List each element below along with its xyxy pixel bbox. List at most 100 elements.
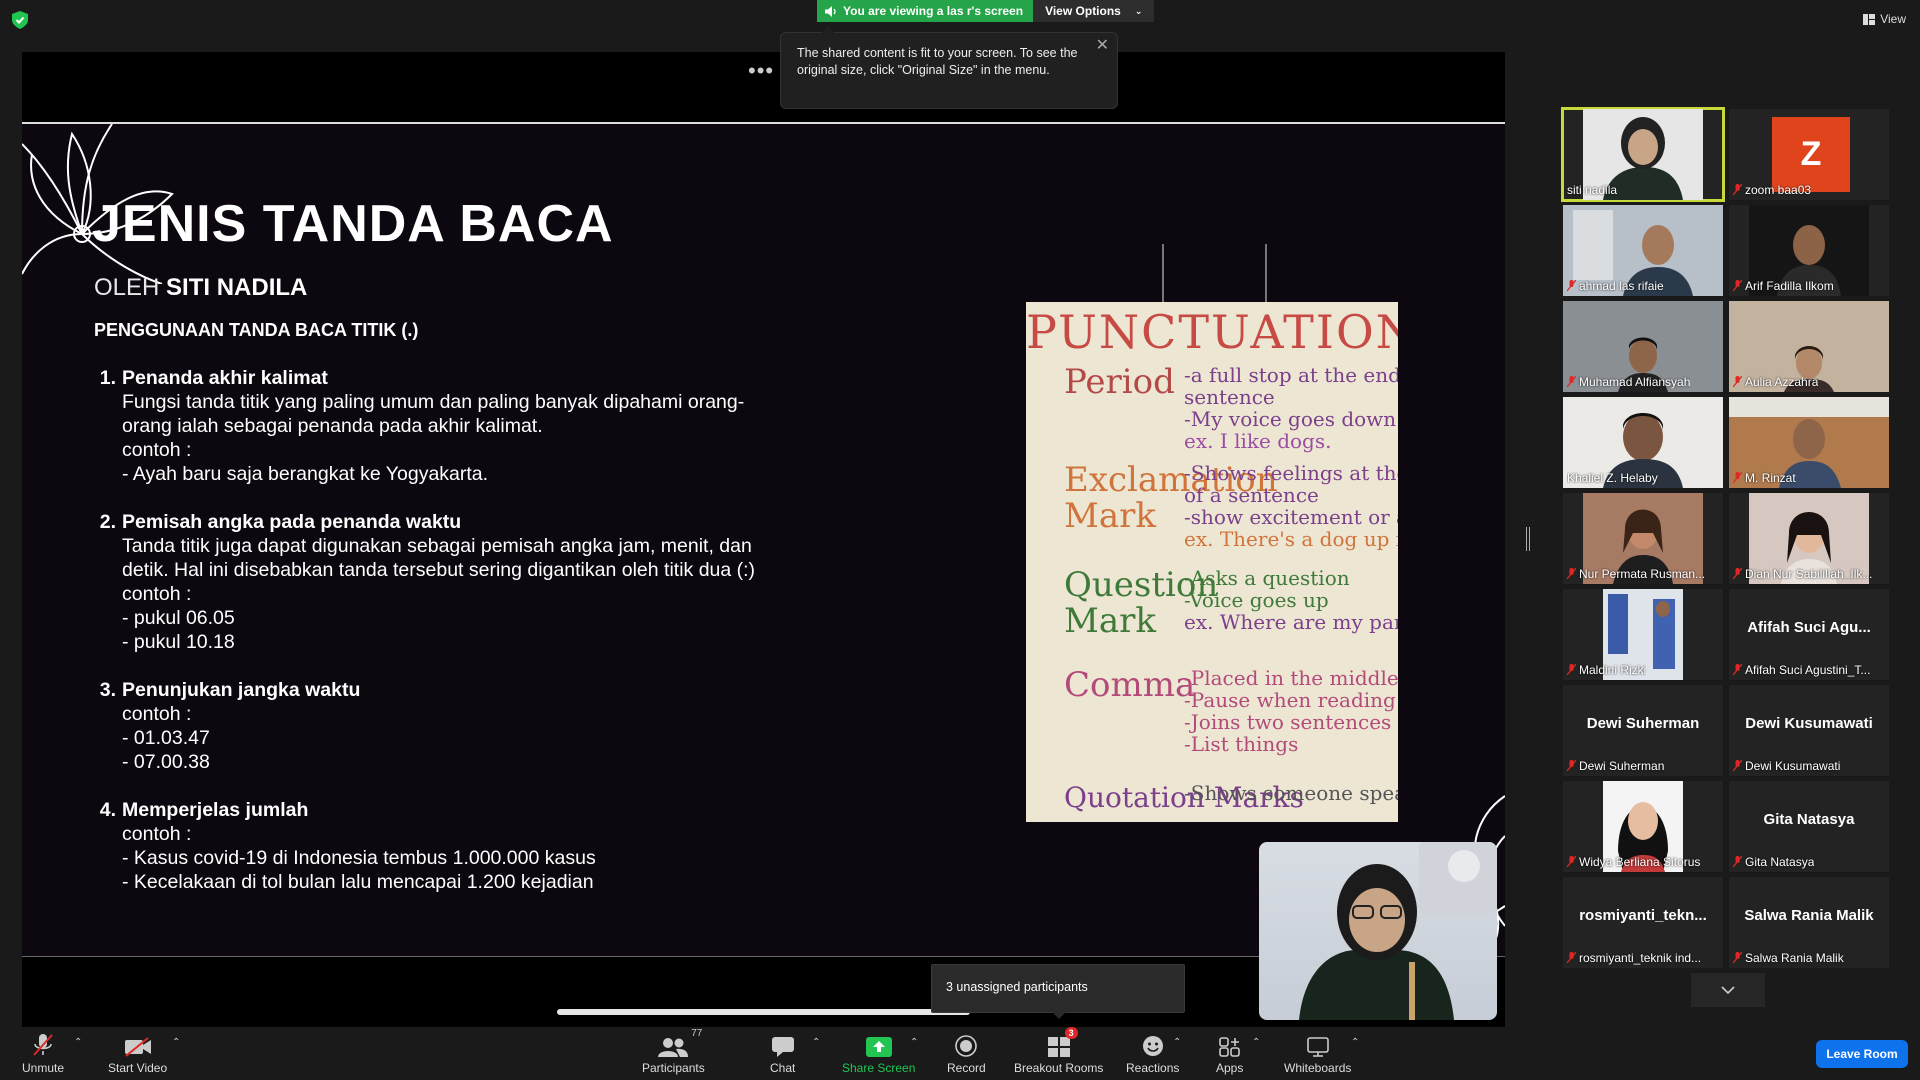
grid-view-icon [1863, 13, 1876, 25]
list-item: 3. Penunjukan jangka waktu contoh : - 01… [94, 678, 914, 774]
participant-tile[interactable]: ahmad las rifaie [1563, 205, 1723, 296]
participant-name: ahmad las rifaie [1567, 279, 1664, 293]
list-item-line: Tanda titik juga dapat digunakan sebagai… [122, 535, 752, 557]
participant-name: Dewi Kusumawati [1733, 759, 1840, 773]
security-shield-icon[interactable] [12, 11, 28, 29]
mic-muted-icon [1733, 855, 1743, 868]
speaker-icon [825, 5, 836, 17]
poster-row-label: Exclamation Mark [1064, 460, 1278, 536]
participant-name: Dian Nur Sabilillah_Ilk... [1733, 567, 1872, 581]
speaker-person-icon [1299, 842, 1497, 1020]
participant-tile[interactable]: rosmiyanti_tekn... rosmiyanti_teknik ind… [1563, 877, 1723, 968]
poster-row-desc: -Asks a question -Voice goes up ex. Wher… [1184, 567, 1398, 633]
gallery-next-page-button[interactable] [1691, 973, 1765, 1007]
participant-tile[interactable]: M. Rinzat [1729, 397, 1889, 488]
participant-tile[interactable]: Widya Berliana Sitorus [1563, 781, 1723, 872]
participant-tile[interactable]: Salwa Rania Malik Salwa Rania Malik [1729, 877, 1889, 968]
participants-label: Participants [642, 1061, 705, 1075]
poster-row-desc: -Placed in the middle of a -Pause when r… [1184, 667, 1398, 755]
participant-tile[interactable]: Muhamad Alfiansyah [1563, 301, 1723, 392]
participant-tile[interactable]: Nur Permata Rusman... [1563, 493, 1723, 584]
poster-row-desc-line: -a full stop at the end of a [1184, 363, 1398, 387]
breakout-badge: 3 [1064, 1027, 1078, 1039]
mic-muted-icon [1733, 567, 1743, 580]
breakout-rooms-icon [1047, 1037, 1070, 1057]
participant-tile[interactable]: Maldini Rizki [1563, 589, 1723, 680]
viewing-screen-text: You are viewing a las r's screen [843, 4, 1024, 18]
participants-count: 77 [691, 1028, 703, 1039]
apps-button[interactable]: Apps [1216, 1031, 1243, 1075]
leave-room-button[interactable]: Leave Room [1816, 1040, 1908, 1068]
poster-row-desc: -Shows feelings at the e of a sentence -… [1184, 462, 1398, 550]
whiteboard-icon [1306, 1037, 1329, 1057]
start-video-button[interactable]: Start Video [108, 1031, 167, 1075]
participant-name: Aulia Azzahra [1733, 375, 1818, 389]
mic-muted-icon [1733, 183, 1743, 196]
list-item-line: - pukul 06.05 [122, 607, 235, 629]
poster-row: Comma -Placed in the middle of a -Pause … [1034, 667, 1398, 777]
participant-name: Muhamad Alfiansyah [1567, 375, 1690, 389]
participant-name: Khaliel Z. Helaby [1567, 471, 1658, 485]
whiteboards-button[interactable]: Whiteboards [1284, 1031, 1351, 1075]
list-item-line: Fungsi tanda titik yang paling umum dan … [122, 391, 745, 413]
apps-options-caret-icon[interactable]: ⌃ [1252, 1037, 1260, 1048]
mic-muted-icon [1567, 759, 1577, 772]
unmute-button[interactable]: Unmute [22, 1031, 64, 1075]
zoom-meeting-window: You are viewing a las r's screen View Op… [0, 0, 1920, 1080]
participant-tile[interactable]: Z zoom baa03 [1729, 109, 1889, 200]
mic-muted-icon [1567, 279, 1577, 292]
participant-tile[interactable]: Khaliel Z. Helaby [1563, 397, 1723, 488]
participant-tile[interactable]: Aulia Azzahra [1729, 301, 1889, 392]
poster-row-label: Period [1064, 362, 1175, 402]
list-item-line: - Kasus covid-19 di Indonesia tembus 1.0… [122, 847, 596, 869]
reactions-button[interactable]: Reactions [1126, 1031, 1179, 1075]
participants-icon [658, 1038, 689, 1057]
chat-button[interactable]: Chat [770, 1031, 795, 1075]
unassigned-text: 3 unassigned participants [946, 980, 1088, 994]
video-options-caret-icon[interactable]: ⌃ [172, 1037, 180, 1048]
participant-tile[interactable]: Gita Natasya Gita Natasya [1729, 781, 1889, 872]
audio-options-caret-icon[interactable]: ⌃ [74, 1037, 82, 1048]
participant-tile[interactable]: Dewi Suherman Dewi Suherman [1563, 685, 1723, 776]
record-button[interactable]: Record [947, 1031, 986, 1075]
participant-display-name: Dewi Kusumawati [1745, 715, 1873, 732]
reactions-options-caret-icon[interactable]: ⌃ [1173, 1037, 1181, 1048]
participant-tile[interactable]: Dewi Kusumawati Dewi Kusumawati [1729, 685, 1889, 776]
slide-title: JENIS TANDA BACA [92, 195, 614, 253]
chat-options-caret-icon[interactable]: ⌃ [812, 1037, 820, 1048]
share-screen-label: Share Screen [842, 1061, 916, 1075]
view-label: View [1880, 12, 1906, 26]
mic-muted-icon [1567, 663, 1577, 676]
mic-muted-icon [1733, 951, 1743, 964]
whiteboards-options-caret-icon[interactable]: ⌃ [1351, 1037, 1359, 1048]
list-item-number: 1. [99, 367, 116, 389]
mic-muted-icon [1733, 375, 1743, 388]
poster-heading: PUNCTUATION [1026, 305, 1398, 359]
more-options-icon[interactable]: ••• [748, 58, 774, 84]
view-options-button[interactable]: View Options ⌄ [1033, 0, 1155, 22]
list-item-line: contoh : [122, 703, 192, 725]
participant-tile[interactable]: Arif Fadilla Ilkom [1729, 205, 1889, 296]
mic-muted-icon [1567, 855, 1577, 868]
poster-row-desc-line: ex. There's a dog up in that tree! [1184, 527, 1398, 551]
share-screen-button[interactable]: Share Screen [842, 1031, 915, 1075]
participants-button[interactable]: 77 Participants [642, 1028, 705, 1075]
poster-row-desc-line: sentence [1184, 385, 1275, 409]
participant-display-name: rosmiyanti_tekn... [1579, 907, 1707, 924]
poster-row-desc-line: -Shows someone speakin [1184, 781, 1398, 805]
unassigned-participants-tooltip: 3 unassigned participants [931, 964, 1185, 1019]
record-icon [955, 1035, 978, 1057]
view-button[interactable]: View [1863, 12, 1906, 26]
speaker-video-overlay[interactable] [1259, 842, 1497, 1020]
close-icon[interactable]: ✕ [1096, 37, 1109, 54]
list-item-line: detik. Hal ini disebabkan tanda tersebut… [122, 559, 756, 581]
horizontal-scroll-thumb[interactable] [557, 1009, 970, 1015]
participant-tile[interactable]: Afifah Suci Agu... Afifah Suci Agustini_… [1729, 589, 1889, 680]
participant-tile[interactable]: siti nadila [1561, 107, 1725, 202]
panel-resize-handle[interactable] [1526, 527, 1530, 551]
share-options-caret-icon[interactable]: ⌃ [910, 1037, 918, 1048]
mic-muted-icon [1567, 567, 1577, 580]
list-item-line: - Kecelakaan di tol bulan lalu mencapai … [122, 871, 594, 893]
participant-tile[interactable]: Dian Nur Sabilillah_Ilk... [1729, 493, 1889, 584]
breakout-rooms-button[interactable]: 3 Breakout Rooms [1014, 1027, 1103, 1075]
